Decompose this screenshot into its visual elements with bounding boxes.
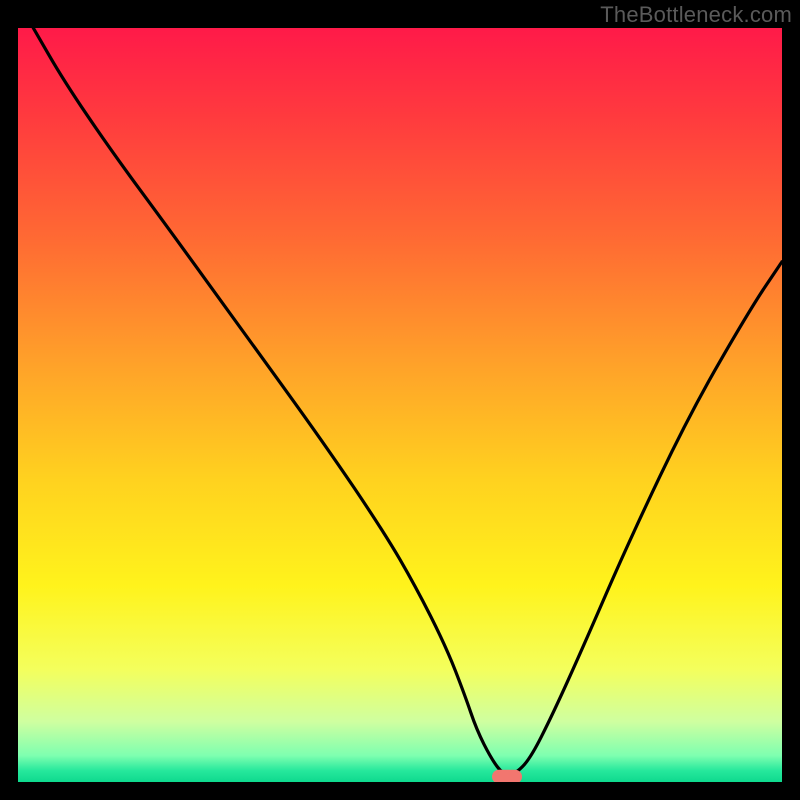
bottleneck-marker <box>492 770 522 782</box>
chart-frame: TheBottleneck.com <box>0 0 800 800</box>
gradient-background <box>18 28 782 782</box>
source-watermark: TheBottleneck.com <box>600 2 792 28</box>
bottleneck-chart <box>18 28 782 782</box>
chart-plot-area <box>18 28 782 782</box>
